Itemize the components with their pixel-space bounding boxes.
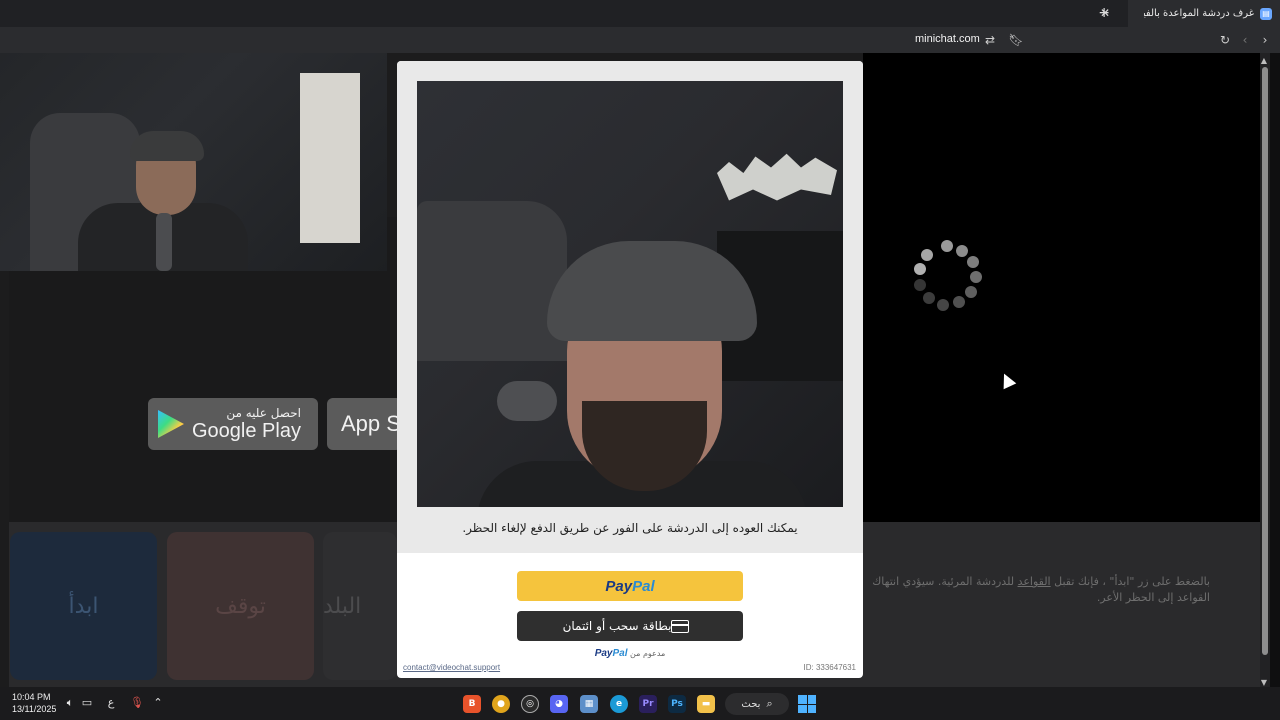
bookmark-icon[interactable]: 🔖︎ [1008,32,1024,48]
rules-text-part1: بالضغط على زر "ابدأ" ، فإنك تقبل [1050,575,1210,588]
windows-taskbar: 10:04 PM 13/11/2025 🔈︎ ▭ ع 🎙︎ ⌃ B ● ◎ ◕ … [0,687,1280,720]
chat-favicon-icon: ▤ [1260,7,1272,20]
paypal-logo: PayPal [605,577,655,595]
app-store-label: App S [341,411,401,436]
google-play-badge[interactable]: احصل عليه من Google Play [148,398,318,450]
premiere-icon[interactable]: Pr [639,695,657,713]
powered-by-label: مدعوم من [630,649,666,658]
stop-button[interactable]: توقف [167,532,314,680]
captured-photo [417,81,843,507]
card-button-label: بطاقة سحب أو ائتمان [562,619,672,633]
start-menu-icon[interactable] [798,695,816,713]
google-play-small-text: احصل عليه من [226,405,301,420]
streamer-webcam-overlay [0,53,387,271]
chrome-icon[interactable]: ● [492,695,510,713]
brave-browser-icon[interactable]: B [463,695,481,713]
forward-icon[interactable]: › [1257,32,1273,48]
obs-icon[interactable]: ◎ [521,695,539,713]
show-hidden-icons-icon[interactable]: ⌃ [151,696,165,710]
microphone-icon[interactable]: 🎙︎ [130,696,144,710]
google-play-icon [158,410,184,438]
clock-date: 13/11/2025 [12,704,57,714]
card-payment-button[interactable]: بطاقة سحب أو ائتمان [517,611,743,641]
rules-link[interactable]: القواعد [1018,575,1051,588]
network-icon[interactable]: ▭ [80,696,94,710]
edge-icon[interactable]: e [610,695,628,713]
back-icon[interactable]: ‹ [1237,32,1253,48]
country-button[interactable]: البلد [323,532,397,680]
ban-id: ID: 333647631 [803,663,857,672]
support-email-link[interactable]: contact@videochat.support [403,663,500,672]
file-explorer-icon[interactable]: ▬ [697,695,715,713]
window-manager-icon[interactable]: ▦ [580,695,598,713]
taskbar-search[interactable]: ⌕ بحث [725,693,789,715]
credit-card-icon [671,619,690,633]
google-play-label: Google Play [192,419,301,442]
browser-toolbar: minichat.com ⇄ 🔖︎ ↻ ‹ › [0,27,1280,53]
language-indicator[interactable]: ع [104,696,118,710]
screen: + ▤ غرف دردشة المواعدة بالفيديو من ا ✕ m… [0,0,1280,720]
scroll-down-icon[interactable]: ▼ [1259,678,1269,687]
volume-icon[interactable]: 🔈︎ [63,696,77,710]
powered-by-paypal: مدعوم من PayPal [397,648,863,659]
search-label: بحث [741,698,761,710]
search-icon: ⌕ [766,697,773,710]
paypal-button[interactable]: PayPal [517,571,743,601]
start-button[interactable]: ابدأ [10,532,157,680]
scrollbar-thumb[interactable] [1262,67,1268,655]
photoshop-icon[interactable]: Ps [668,695,686,713]
app-store-badge[interactable]: App S [327,398,402,450]
tab-bar: + ▤ غرف دردشة المواعدة بالفيديو من ا ✕ [0,0,1280,27]
reload-icon[interactable]: ↻ [1217,32,1233,48]
close-tab-icon[interactable]: ✕ [1098,6,1112,20]
modal-header: يمكنك العوده إلى الدردشة على الفور عن طر… [397,61,863,553]
rules-notice: بالضغط على زر "ابدأ" ، فإنك تقبل القواعد… [864,574,1210,606]
clock-time: 10:04 PM [12,692,51,702]
paypal-small-logo: PayPal [594,648,628,659]
tab-title: غرف دردشة المواعدة بالفيديو من ا [1144,8,1254,19]
discord-icon[interactable]: ◕ [550,695,568,713]
browser-tab[interactable]: ▤ غرف دردشة المواعدة بالفيديو من ا ✕ [1100,0,1280,27]
unban-modal: يمكنك العوده إلى الدردشة على الفور عن طر… [397,61,863,678]
address-bar-url[interactable]: minichat.com [915,33,980,45]
own-video-area [863,53,1260,522]
unban-message: يمكنك العوده إلى الدردشة على الفور عن طر… [462,521,798,535]
scroll-up-icon[interactable]: ▲ [1259,56,1269,65]
taskbar-clock[interactable]: 10:04 PM 13/11/2025 [12,691,56,715]
site-settings-icon[interactable]: ⇄ [982,32,998,48]
